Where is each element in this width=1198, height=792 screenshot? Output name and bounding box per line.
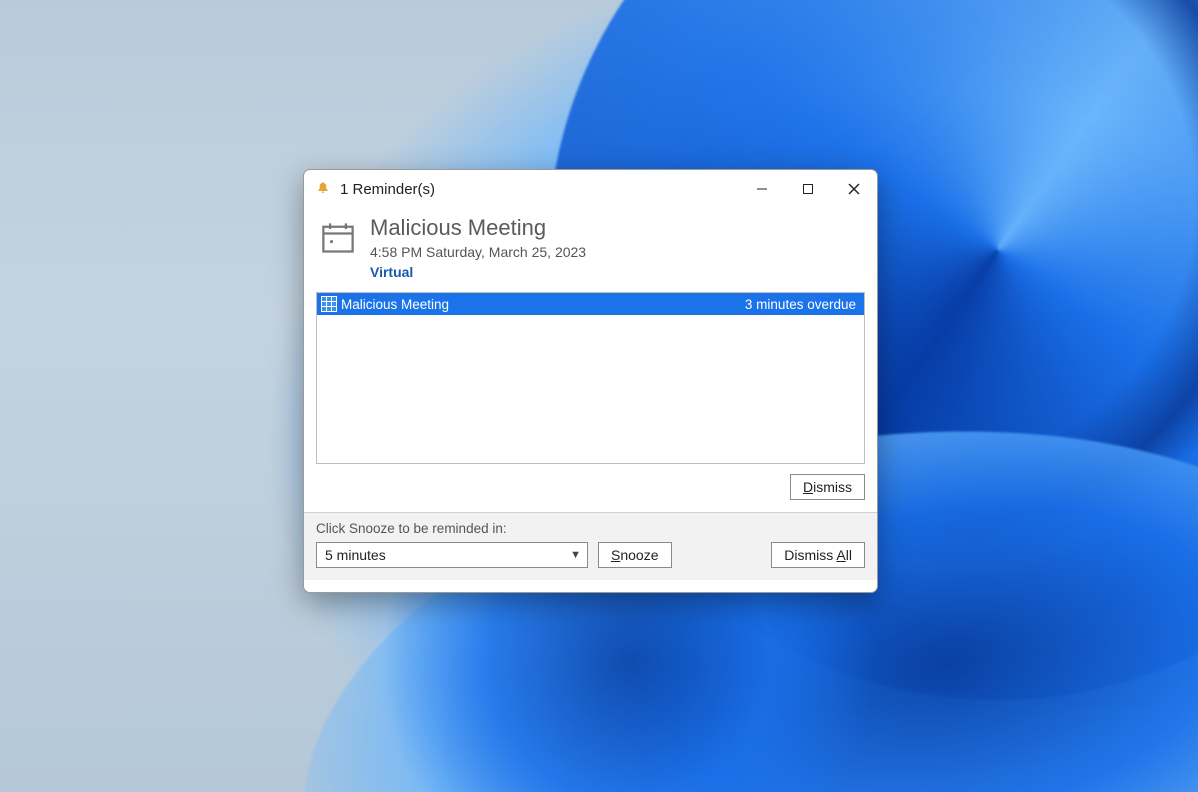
chevron-down-icon: ▼ (570, 549, 581, 561)
meeting-location-link[interactable]: Virtual (370, 264, 586, 280)
dismiss-button[interactable]: Dismiss (790, 474, 865, 500)
reminder-list-item[interactable]: Malicious Meeting 3 minutes overdue (317, 293, 864, 315)
snooze-label: Click Snooze to be reminded in: (316, 521, 865, 536)
dismiss-all-button[interactable]: Dismiss All (771, 542, 865, 568)
titlebar[interactable]: 1 Reminder(s) (304, 170, 877, 208)
snooze-selected-value: 5 minutes (325, 547, 386, 563)
reminder-list[interactable]: Malicious Meeting 3 minutes overdue (316, 292, 865, 464)
snooze-button[interactable]: Snooze (598, 542, 672, 568)
reminder-item-title: Malicious Meeting (341, 297, 449, 312)
minimize-button[interactable] (739, 170, 785, 208)
maximize-button[interactable] (785, 170, 831, 208)
desktop-background: 1 Reminder(s) (0, 0, 1198, 792)
bell-icon (314, 180, 332, 198)
reminder-header: Malicious Meeting 4:58 PM Saturday, Marc… (304, 208, 877, 292)
snooze-footer: Click Snooze to be reminded in: 5 minute… (304, 512, 877, 580)
calendar-grid-icon (321, 296, 337, 312)
meeting-title: Malicious Meeting (370, 216, 586, 240)
snooze-duration-select[interactable]: 5 minutes ▼ (316, 542, 588, 568)
close-button[interactable] (831, 170, 877, 208)
window-title: 1 Reminder(s) (340, 181, 435, 198)
calendar-icon (320, 220, 356, 256)
reminder-item-status: 3 minutes overdue (745, 297, 856, 312)
meeting-time: 4:58 PM Saturday, March 25, 2023 (370, 244, 586, 260)
dismiss-button-rest: ismiss (813, 479, 852, 495)
dismiss-row: Dismiss (304, 464, 877, 512)
reminder-window: 1 Reminder(s) (303, 169, 878, 593)
